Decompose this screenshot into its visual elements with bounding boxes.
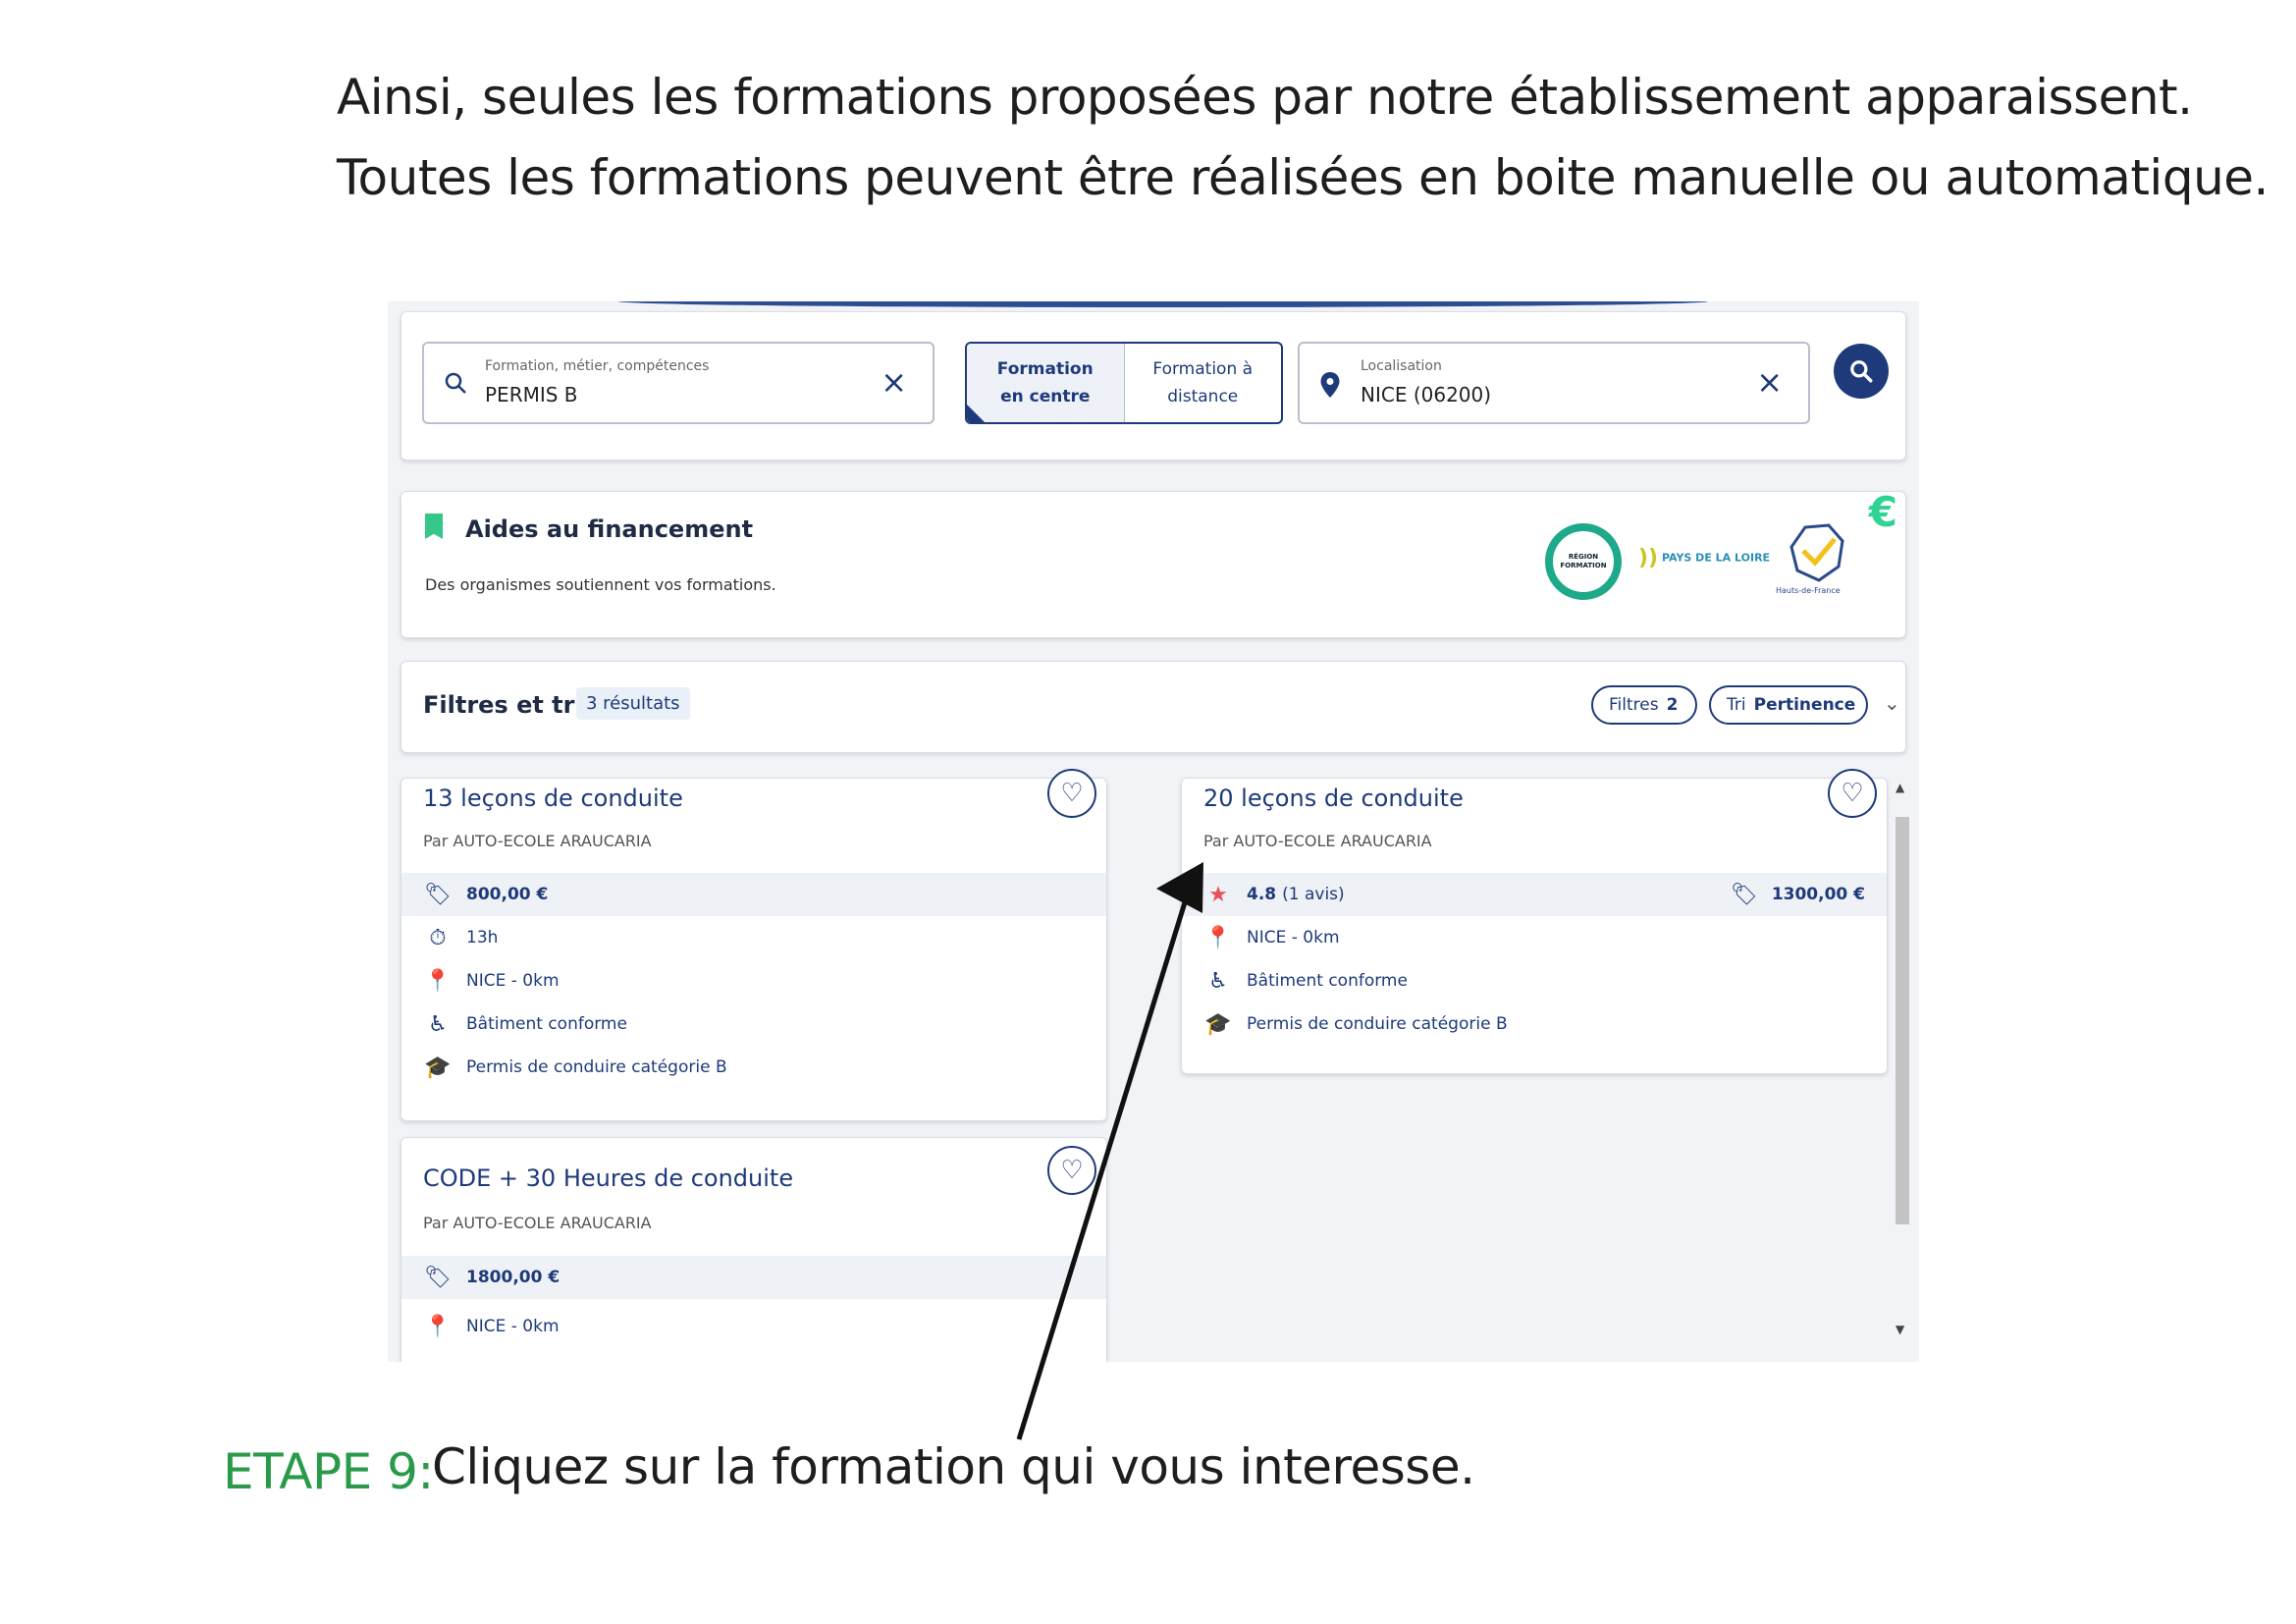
result-title[interactable]: 20 leçons de conduite xyxy=(1203,785,1464,812)
favorite-heart-icon[interactable]: ♡ xyxy=(1047,1146,1096,1195)
result-certification-row: 🎓 Permis de conduire catégorie B xyxy=(1182,1002,1887,1046)
region-formation-logo-text: RÉGION FORMATION xyxy=(1560,553,1607,569)
favorite-heart-icon[interactable]: ♡ xyxy=(1828,769,1877,818)
financing-aids-subtitle: Des organismes soutiennent vos formation… xyxy=(425,575,776,594)
search-icon xyxy=(444,371,467,401)
result-location: NICE - 0km xyxy=(1247,928,1340,947)
result-duration-row: ⏱ 13h xyxy=(401,916,1106,959)
result-rating: 4.8 xyxy=(1247,885,1277,904)
results-count-badge: 3 résultats xyxy=(576,687,690,720)
search-button[interactable] xyxy=(1834,344,1889,399)
location-pin-icon: 📍 xyxy=(1204,925,1232,950)
result-location-row: 📍 NICE - 0km xyxy=(401,959,1106,1002)
result-certification: Permis de conduire catégorie B xyxy=(466,1057,727,1077)
chevron-down-icon[interactable]: ⌄ xyxy=(1884,691,1900,715)
result-reviews: (1 avis) xyxy=(1282,885,1345,904)
result-title[interactable]: 13 leçons de conduite xyxy=(423,785,683,812)
result-provider: Par AUTO-ECOLE ARAUCARIA xyxy=(1203,832,1432,850)
toggle-formation-en-centre[interactable]: Formation en centre xyxy=(967,344,1125,422)
filters-button[interactable]: Filtres 2 xyxy=(1591,685,1697,725)
location-pin-icon xyxy=(1319,371,1341,405)
toggle-distance-line1: Formation à xyxy=(1152,359,1254,379)
result-accessibility-row: ♿ Bâtiment conforme xyxy=(401,1002,1106,1046)
location-pin-icon: 📍 xyxy=(424,1314,452,1339)
result-card[interactable]: 13 leçons de conduite Par AUTO-ECOLE ARA… xyxy=(400,769,1107,1121)
header-accent-line xyxy=(618,301,1708,307)
result-building: Bâtiment conforme xyxy=(466,1014,627,1034)
result-card[interactable]: 20 leçons de conduite Par AUTO-ECOLE ARA… xyxy=(1181,769,1888,1074)
toggle-distance-line2: distance xyxy=(1167,387,1239,406)
result-accessibility-row: ♿ Bâtiment conforme xyxy=(1182,959,1887,1002)
graduation-cap-icon: 🎓 xyxy=(1204,1011,1232,1037)
euro-icon: € xyxy=(1868,488,1897,536)
result-price-row: 🏷 1800,00 € xyxy=(401,1256,1106,1299)
financing-aids-card[interactable]: Aides au financement Des organismes sout… xyxy=(400,488,1906,638)
step-label: ETAPE 9: xyxy=(223,1443,434,1500)
result-card[interactable]: CODE + 30 Heures de conduite Par AUTO-EC… xyxy=(400,1137,1107,1362)
bookmark-euro-icon xyxy=(425,514,443,539)
screenshot-frame: Formation, métier, compétences PERMIS B … xyxy=(388,301,1919,1362)
hauts-de-france-logo-text: Hauts-de-France xyxy=(1776,586,1841,595)
formation-field-value[interactable]: PERMIS B xyxy=(485,383,578,406)
toggle-centre-line1: Formation xyxy=(996,359,1094,379)
hauts-de-france-logo xyxy=(1789,523,1844,582)
result-provider: Par AUTO-ECOLE ARAUCARIA xyxy=(423,832,652,850)
result-price: 1300,00 € xyxy=(1771,885,1865,904)
price-tag-icon: 🏷 xyxy=(424,882,452,907)
stopwatch-icon: ⏱ xyxy=(429,925,447,950)
formation-search-field[interactable]: Formation, métier, compétences PERMIS B … xyxy=(422,342,934,424)
filters-count: 2 xyxy=(1666,695,1679,715)
result-location: NICE - 0km xyxy=(466,1317,560,1336)
result-building: Bâtiment conforme xyxy=(1247,971,1408,991)
result-certification: Permis de conduire catégorie B xyxy=(1247,1014,1508,1034)
filters-bar: Filtres et tri 3 résultats Filtres 2 Tri P… xyxy=(400,661,1906,753)
location-field[interactable]: Localisation NICE (06200) × xyxy=(1298,342,1810,424)
pays-de-la-loire-logo-text: PAYS DE LA LOIRE xyxy=(1661,551,1771,565)
location-pin-icon: 📍 xyxy=(424,968,452,994)
result-certification-row: 🎓 Permis de conduire catégorie B xyxy=(401,1046,1106,1089)
price-tag-icon: 🏷 xyxy=(424,1265,452,1290)
step-instruction: Cliquez sur la formation qui vous intere… xyxy=(432,1438,1475,1495)
intro-line-2: Toutes les formations peuvent être réali… xyxy=(337,149,2269,206)
location-field-value[interactable]: NICE (06200) xyxy=(1361,383,1491,406)
result-title[interactable]: CODE + 30 Heures de conduite xyxy=(423,1164,793,1192)
favorite-heart-icon[interactable]: ♡ xyxy=(1047,769,1096,818)
result-location-row: 📍 NICE - 0km xyxy=(1182,916,1887,959)
region-formation-logo: RÉGION FORMATION xyxy=(1545,523,1622,600)
wheelchair-icon: ♿ xyxy=(428,1011,448,1037)
graduation-cap-icon: 🎓 xyxy=(424,1055,452,1080)
result-price-row: 🏷 800,00 € xyxy=(401,873,1106,916)
clear-formation-icon[interactable]: × xyxy=(881,363,907,401)
search-icon xyxy=(1850,360,1873,383)
toggle-centre-line2: en centre xyxy=(1000,387,1091,406)
sort-button-label: Tri xyxy=(1727,695,1746,715)
star-icon: ★ xyxy=(1208,882,1228,907)
financing-aids-title: Aides au financement xyxy=(465,515,754,543)
search-bar: Formation, métier, compétences PERMIS B … xyxy=(400,311,1906,460)
result-rating-price-row: ★ 4.8 (1 avis) 🏷 1300,00 € xyxy=(1182,873,1887,916)
scroll-down-icon[interactable]: ▼ xyxy=(1896,1323,1904,1336)
scrollbar-thumb[interactable] xyxy=(1896,817,1909,1224)
intro-line-1: Ainsi, seules les formations proposées p… xyxy=(337,69,2193,126)
pays-de-la-loire-logo: )) PAYS DE LA LOIRE xyxy=(1638,546,1771,570)
scroll-up-icon[interactable]: ▲ xyxy=(1896,781,1904,794)
toggle-formation-a-distance[interactable]: Formation à distance xyxy=(1125,344,1282,422)
result-price: 800,00 € xyxy=(466,885,549,904)
result-location: NICE - 0km xyxy=(466,971,560,991)
sort-value: Pertinence xyxy=(1753,695,1856,715)
formation-mode-toggle: Formation en centre Formation à distance xyxy=(965,342,1283,424)
formation-field-label: Formation, métier, compétences xyxy=(485,358,710,374)
sort-button[interactable]: Tri Pertinence xyxy=(1709,685,1868,725)
filters-title: Filtres et tri xyxy=(423,691,583,719)
price-tag-icon: 🏷 xyxy=(1730,882,1758,907)
result-duration: 13h xyxy=(466,928,499,947)
filters-button-label: Filtres xyxy=(1609,695,1659,715)
wheelchair-icon: ♿ xyxy=(1208,968,1228,994)
clear-location-icon[interactable]: × xyxy=(1756,363,1783,401)
location-field-label: Localisation xyxy=(1361,358,1442,374)
result-price: 1800,00 € xyxy=(466,1268,561,1287)
result-provider: Par AUTO-ECOLE ARAUCARIA xyxy=(423,1214,652,1232)
result-location-row: 📍 NICE - 0km xyxy=(401,1305,1106,1348)
